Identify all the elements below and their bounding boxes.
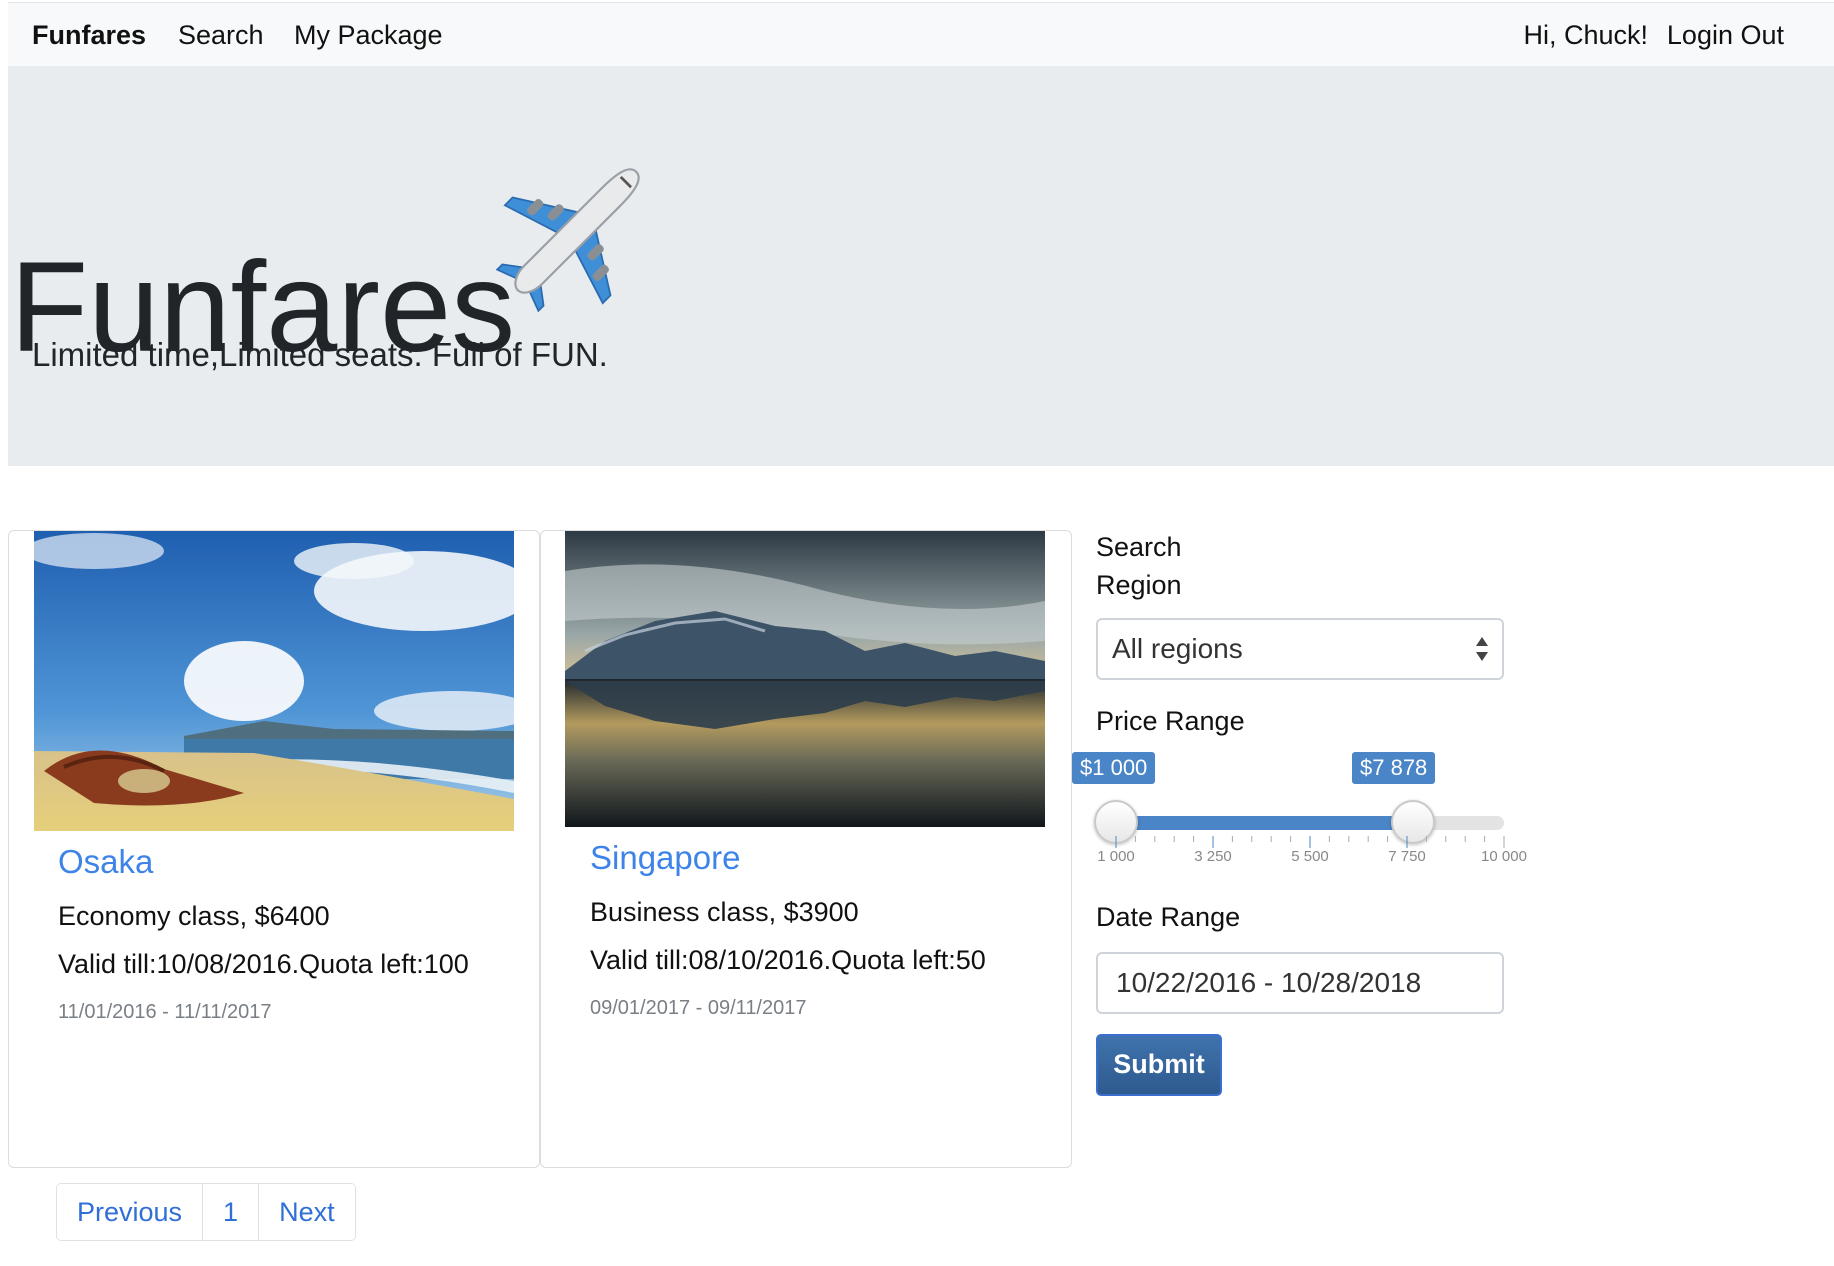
price-range-slider[interactable]: $1 000 $7 878 1 000 3 250 5 500 7 750 10… [1072, 752, 1527, 865]
slider-ticks [1115, 836, 1505, 848]
search-heading: Search [1096, 532, 1182, 562]
card-date-range: 09/01/2017 - 09/11/2017 [590, 997, 807, 1019]
brand-link[interactable]: Funfares [32, 3, 146, 67]
card-class-price: Business class, $3900 [590, 897, 859, 927]
region-label: Region [1096, 570, 1182, 600]
next-page-button[interactable]: Next [258, 1184, 355, 1240]
date-range-value: 10/22/2016 - 10/28/2018 [1116, 967, 1422, 998]
beach-boat-photo [34, 531, 514, 831]
logout-link[interactable]: Login Out [1667, 3, 1784, 67]
navbar: Funfares Search My Package Hi, Chuck! Lo… [8, 2, 1834, 66]
hero-banner: Funfares Limited time,Limited seats. Ful… [8, 66, 1834, 466]
tick-label: 5 500 [1291, 848, 1329, 865]
tick-label: 10 000 [1481, 848, 1527, 865]
tick-label: 1 000 [1097, 848, 1135, 865]
card-class-price: Economy class, $6400 [58, 901, 330, 931]
airplane-icon [495, 168, 640, 313]
lake-mountain-reflection-photo [565, 531, 1045, 827]
date-range-label: Date Range [1096, 902, 1241, 932]
card-title-link[interactable]: Singapore [590, 839, 740, 877]
nav-my-package-link[interactable]: My Package [294, 3, 443, 67]
region-selected-value: All regions [1112, 633, 1243, 664]
select-arrows-icon [1476, 637, 1488, 661]
tick-label: 3 250 [1194, 848, 1232, 865]
nav-search-link[interactable]: Search [178, 3, 264, 67]
card-date-range: 11/01/2016 - 11/11/2017 [58, 1001, 272, 1023]
card-validity: Valid till:10/08/2016.Quota left:100 [58, 949, 469, 979]
hero-tagline: Limited time,Limited seats. Full of FUN. [32, 336, 608, 373]
date-range-input[interactable]: 10/22/2016 - 10/28/2018 [1096, 952, 1504, 1014]
price-range-label: Price Range [1096, 706, 1245, 736]
page-1-button[interactable]: 1 [202, 1184, 259, 1240]
region-select[interactable]: All regions [1096, 618, 1504, 680]
card-title-link[interactable]: Osaka [58, 843, 153, 881]
submit-button[interactable]: Submit [1096, 1034, 1222, 1096]
package-card: Singapore Business class, $3900 Valid ti… [540, 530, 1072, 1168]
user-greeting[interactable]: Hi, Chuck! [1523, 3, 1648, 67]
price-min-tooltip: $1 000 [1072, 752, 1156, 784]
tick-label: 7 750 [1388, 848, 1426, 865]
slider-selection [1116, 816, 1413, 830]
pagination: Previous 1 Next [56, 1183, 356, 1241]
card-validity: Valid till:08/10/2016.Quota left:50 [590, 945, 986, 975]
package-card: Osaka Economy class, $6400 Valid till:10… [8, 530, 540, 1168]
price-max-tooltip: $7 878 [1352, 752, 1436, 784]
previous-page-button[interactable]: Previous [57, 1184, 203, 1240]
